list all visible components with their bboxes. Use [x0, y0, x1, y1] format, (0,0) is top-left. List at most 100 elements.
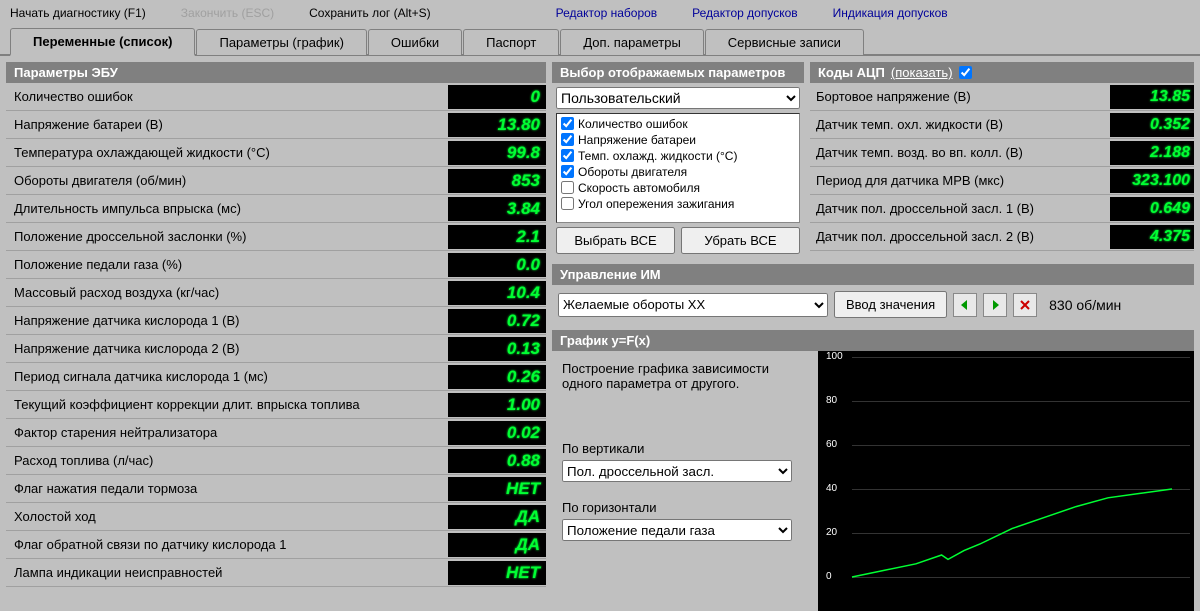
tab-service-records[interactable]: Сервисные записи — [705, 29, 864, 55]
param-check-item[interactable]: Скорость автомобиля — [561, 180, 795, 196]
menu-tolerance-indication[interactable]: Индикация допусков — [833, 6, 948, 20]
ecu-row-label: Лампа индикации неисправностей — [6, 565, 448, 580]
ecu-row: Лампа индикации неисправностейНЕТ — [6, 559, 546, 587]
adc-show-checkbox[interactable] — [959, 66, 972, 79]
ecu-row-label: Обороты двигателя (об/мин) — [6, 173, 448, 188]
ecu-row: Количество ошибок0 — [6, 83, 546, 111]
ecu-row-value: 0.02 — [448, 421, 546, 445]
ecu-row-value: 10.4 — [448, 281, 546, 305]
adc-row-value: 0.649 — [1110, 197, 1194, 221]
ecu-row: Холостой ходДА — [6, 503, 546, 531]
ecu-row: Температура охлаждающей жидкости (°C)99.… — [6, 139, 546, 167]
tab-variables-list[interactable]: Переменные (список) — [10, 28, 195, 56]
ecu-row-value: 13.80 — [448, 113, 546, 137]
ecu-row-label: Напряжение батареи (В) — [6, 117, 448, 132]
param-check-box[interactable] — [561, 197, 574, 210]
ecu-row-label: Температура охлаждающей жидкости (°C) — [6, 145, 448, 160]
im-current-value: 830 об/мин — [1049, 297, 1121, 313]
param-check-box[interactable] — [561, 165, 574, 178]
adc-row-label: Бортовое напряжение (В) — [810, 89, 1110, 104]
ecu-row-label: Текущий коэффициент коррекции длит. впры… — [6, 397, 448, 412]
param-check-box[interactable] — [561, 181, 574, 194]
menu-start[interactable]: Начать диагностику (F1) — [10, 6, 146, 20]
graph-x-select[interactable]: Положение педали газа — [562, 519, 792, 541]
param-check-item[interactable]: Темп. охлажд. жидкости (°C) — [561, 148, 795, 164]
adc-row-value: 4.375 — [1110, 225, 1194, 249]
ecu-row-label: Период сигнала датчика кислорода 1 (мс) — [6, 369, 448, 384]
ecu-table: Количество ошибок0Напряжение батареи (В)… — [6, 83, 546, 611]
param-check-item[interactable]: Количество ошибок — [561, 116, 795, 132]
ecu-row: Фактор старения нейтрализатора0.02 — [6, 419, 546, 447]
graph-panel: График y=F(x) Построение графика зависим… — [552, 330, 1194, 611]
ecu-row-label: Фактор старения нейтрализатора — [6, 425, 448, 440]
adc-row: Датчик темп. возд. во вп. колл. (В)2.188 — [810, 139, 1194, 167]
tab-extra-params[interactable]: Доп. параметры — [560, 29, 703, 55]
ecu-row-label: Холостой ход — [6, 509, 448, 524]
menu-savelog[interactable]: Сохранить лог (Alt+S) — [309, 6, 431, 20]
param-check-box[interactable] — [561, 117, 574, 130]
ecu-row-label: Расход топлива (л/час) — [6, 453, 448, 468]
chart-line — [818, 351, 1178, 581]
graph-x-label: По горизонтали — [562, 500, 802, 515]
tab-errors[interactable]: Ошибки — [368, 29, 462, 55]
tab-passport[interactable]: Паспорт — [463, 29, 559, 55]
menu-finish: Закончить (ESC) — [181, 6, 274, 20]
menu-sets-editor[interactable]: Редактор наборов — [556, 6, 658, 20]
im-panel: Управление ИМ Желаемые обороты ХХ Ввод з… — [552, 264, 1194, 324]
adc-title-text: Коды АЦП — [818, 65, 885, 80]
ecu-row-label: Флаг нажатия педали тормоза — [6, 481, 448, 496]
menu-tolerance-editor[interactable]: Редактор допусков — [692, 6, 797, 20]
graph-y-select[interactable]: Пол. дроссельной засл. — [562, 460, 792, 482]
adc-row: Бортовое напряжение (В)13.85 — [810, 83, 1194, 111]
im-cancel-icon[interactable] — [1013, 293, 1037, 317]
adc-row-label: Датчик пол. дроссельной засл. 1 (В) — [810, 201, 1110, 216]
tab-strip: Переменные (список) Параметры (график) О… — [0, 26, 1200, 56]
ecu-row-value: 0.26 — [448, 365, 546, 389]
ecu-row: Текущий коэффициент коррекции длит. впры… — [6, 391, 546, 419]
ecu-panel: Параметры ЭБУ Количество ошибок0Напряжен… — [6, 62, 546, 611]
ecu-row-label: Массовый расход воздуха (кг/час) — [6, 285, 448, 300]
adc-row: Датчик пол. дроссельной засл. 1 (В)0.649 — [810, 195, 1194, 223]
adc-panel-title: Коды АЦП (показать) — [810, 62, 1194, 83]
ecu-row: Массовый расход воздуха (кг/час)10.4 — [6, 279, 546, 307]
adc-row: Датчик пол. дроссельной засл. 2 (В)4.375 — [810, 223, 1194, 251]
ecu-row: Напряжение батареи (В)13.80 — [6, 111, 546, 139]
clear-all-button[interactable]: Убрать ВСЕ — [681, 227, 800, 254]
adc-row-label: Датчик темп. охл. жидкости (В) — [810, 117, 1110, 132]
preset-select[interactable]: Пользовательский — [556, 87, 800, 109]
ecu-row: Расход топлива (л/час)0.88 — [6, 447, 546, 475]
ecu-row: Флаг нажатия педали тормозаНЕТ — [6, 475, 546, 503]
adc-table: Бортовое напряжение (В)13.85Датчик темп.… — [810, 83, 1194, 251]
adc-row-value: 2.188 — [1110, 141, 1194, 165]
ecu-panel-title: Параметры ЭБУ — [6, 62, 546, 83]
param-check-box[interactable] — [561, 133, 574, 146]
ecu-row-label: Флаг обратной связи по датчику кислорода… — [6, 537, 448, 552]
param-check-item[interactable]: Напряжение батареи — [561, 132, 795, 148]
param-check-item[interactable]: Угол опережения зажигания — [561, 196, 795, 212]
param-checklist[interactable]: Количество ошибокНапряжение батареиТемп.… — [556, 113, 800, 223]
im-enter-value-button[interactable]: Ввод значения — [834, 291, 947, 318]
ecu-row-label: Положение дроссельной заслонки (%) — [6, 229, 448, 244]
param-check-box[interactable] — [561, 149, 574, 162]
adc-show-link[interactable]: (показать) — [891, 65, 953, 80]
im-prev-icon[interactable] — [953, 293, 977, 317]
right-column: Выбор отображаемых параметров Пользовате… — [552, 62, 1194, 611]
ecu-row: Положение педали газа (%)0.0 — [6, 251, 546, 279]
ecu-row-value: 0.13 — [448, 337, 546, 361]
graph-area: 020406080100 — [818, 351, 1194, 611]
ecu-row: Напряжение датчика кислорода 2 (В)0.13 — [6, 335, 546, 363]
ecu-row-value: 3.84 — [448, 197, 546, 221]
content-area: Параметры ЭБУ Количество ошибок0Напряжен… — [0, 56, 1200, 611]
im-next-icon[interactable] — [983, 293, 1007, 317]
ecu-row: Период сигнала датчика кислорода 1 (мс)0… — [6, 363, 546, 391]
tab-parameters-graph[interactable]: Параметры (график) — [196, 29, 366, 55]
ecu-row-value: 853 — [448, 169, 546, 193]
ecu-row-value: ДА — [448, 533, 546, 557]
param-check-item[interactable]: Обороты двигателя — [561, 164, 795, 180]
ecu-row: Обороты двигателя (об/мин)853 — [6, 167, 546, 195]
select-all-button[interactable]: Выбрать ВСЕ — [556, 227, 675, 254]
im-actuator-select[interactable]: Желаемые обороты ХХ — [558, 293, 828, 317]
adc-row-value: 13.85 — [1110, 85, 1194, 109]
ecu-row-label: Длительность импульса впрыска (мс) — [6, 201, 448, 216]
adc-row-value: 323.100 — [1110, 169, 1194, 193]
